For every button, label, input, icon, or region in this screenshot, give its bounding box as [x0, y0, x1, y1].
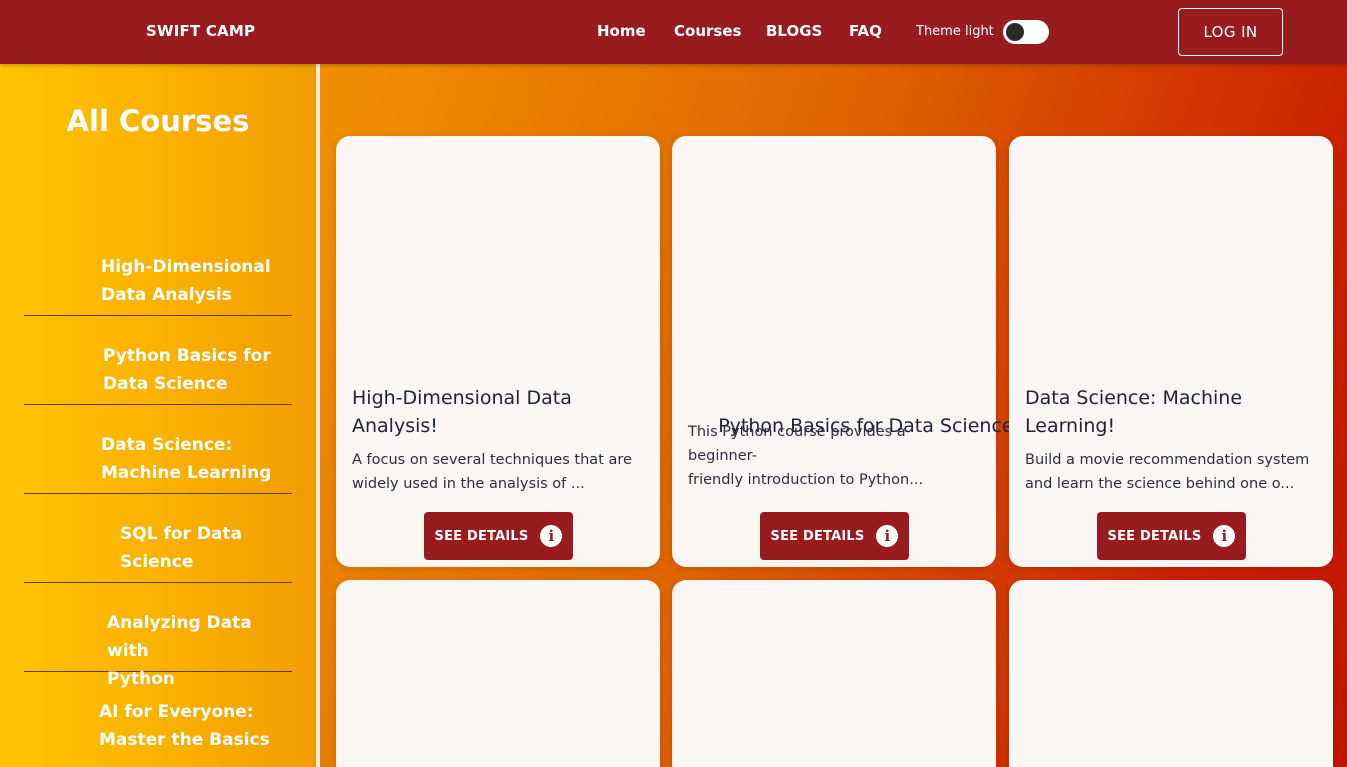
sidebar-title: All Courses: [66, 104, 250, 138]
theme-toggle[interactable]: [1003, 20, 1049, 44]
nav-link-courses[interactable]: Courses: [674, 22, 741, 40]
course-card-python-basics: Python Basics for Data Science! This Pyt…: [672, 136, 1021, 567]
sidebar-item-label-line1: Analyzing Data with: [107, 613, 252, 661]
info-circle-icon: i: [1213, 525, 1236, 547]
course-card: [336, 580, 660, 767]
course-card-desc-line2: widely used in the analysis of ...: [352, 476, 585, 492]
course-card-title-line2: Analysis!: [352, 415, 438, 437]
sidebar-item-ai-for-everyone[interactable]: AI for Everyone: Master the Basics: [24, 672, 292, 761]
nav-link-home[interactable]: Home: [597, 22, 646, 40]
see-details-button[interactable]: SEE DETAILS i: [760, 512, 909, 560]
login-button[interactable]: LOG IN: [1178, 8, 1283, 56]
course-card-desc-line1: A focus on several techniques that are: [352, 452, 632, 468]
see-details-label: SEE DETAILS: [1107, 528, 1202, 544]
sidebar-item-label: SQL for Data Science: [120, 520, 242, 576]
sidebar-item-label: High-Dimensional Data Analysis: [101, 253, 271, 309]
see-details-button[interactable]: SEE DETAILS i: [1097, 512, 1246, 560]
courses-sidebar: All Courses High-Dimensional Data Analys…: [0, 64, 316, 767]
course-card: [672, 580, 996, 767]
info-circle-icon: i: [540, 525, 563, 547]
sidebar-item-label-line1: Data Science:: [101, 435, 233, 455]
sidebar-item-label-line1: AI for Everyone:: [99, 702, 254, 722]
see-details-label: SEE DETAILS: [434, 528, 529, 544]
sidebar-item-label-line2: Machine Learning: [101, 463, 272, 483]
sidebar-item-label-line1: Python Basics for: [103, 346, 271, 366]
sidebar-item-analyzing-data[interactable]: Analyzing Data with Python: [24, 583, 292, 689]
info-circle-icon: i: [876, 525, 899, 547]
sidebar-item-label: Data Science: Machine Learning: [101, 431, 271, 487]
see-details-button[interactable]: SEE DETAILS i: [424, 512, 573, 560]
top-navbar: SWIFT CAMP Home Courses BLOGS FAQ Theme …: [0, 0, 1347, 64]
course-card-title-line1: High-Dimensional Data: [352, 387, 572, 409]
course-card-title[interactable]: Data Science: Machine Learning!: [1025, 384, 1317, 440]
sidebar-item-label-line2: Master the Basics: [99, 730, 270, 750]
sidebar-item-machine-learning[interactable]: Data Science: Machine Learning: [24, 405, 292, 494]
course-card-machine-learning: Data Science: Machine Learning! Build a …: [1009, 136, 1333, 567]
course-card-desc-line2: friendly introduction to Python...: [688, 472, 924, 488]
course-card-title[interactable]: High-Dimensional Data Analysis!: [352, 384, 644, 440]
sidebar-item-label-line2: Data Science: [103, 374, 228, 394]
sidebar-item-high-dimensional[interactable]: High-Dimensional Data Analysis: [24, 227, 292, 316]
course-card-high-dimensional: High-Dimensional Data Analysis! A focus …: [336, 136, 660, 567]
toggle-knob: [1006, 23, 1024, 41]
sidebar-item-label-line2: Science: [120, 552, 194, 572]
sidebar-item-label-line1: High-Dimensional: [101, 257, 271, 277]
sidebar-item-label: AI for Everyone: Master the Basics: [99, 698, 270, 754]
course-card-description: Build a movie recommendation system and …: [1025, 448, 1313, 496]
course-card: [1009, 580, 1333, 767]
sidebar-item-label-line1: SQL for Data: [120, 524, 243, 544]
brand-logo-text[interactable]: SWIFT CAMP: [146, 22, 255, 40]
nav-link-faq[interactable]: FAQ: [849, 22, 882, 40]
course-card-title-line1: Data Science: Machine: [1025, 387, 1243, 409]
course-card-desc-line1: Build a movie recommendation system: [1025, 452, 1310, 468]
nav-link-blogs[interactable]: BLOGS: [766, 22, 822, 40]
course-card-description: A focus on several techniques that are w…: [352, 448, 640, 496]
sidebar-item-python-basics[interactable]: Python Basics for Data Science: [24, 316, 292, 405]
sidebar-item-label-line2: Data Analysis: [101, 285, 232, 305]
course-card-desc-line1: This Python course provides a beginner-: [688, 424, 906, 464]
sidebar-item-label: Python Basics for Data Science: [103, 342, 271, 398]
see-details-label: SEE DETAILS: [770, 528, 865, 544]
course-card-desc-line2: and learn the science behind one o...: [1025, 476, 1295, 492]
sidebar-divider: [316, 64, 320, 767]
course-card-description: This Python course provides a beginner- …: [688, 420, 976, 492]
course-card-title-line2: Learning!: [1025, 415, 1116, 437]
theme-label: Theme light: [916, 24, 994, 39]
sidebar-item-sql[interactable]: SQL for Data Science: [24, 494, 292, 583]
